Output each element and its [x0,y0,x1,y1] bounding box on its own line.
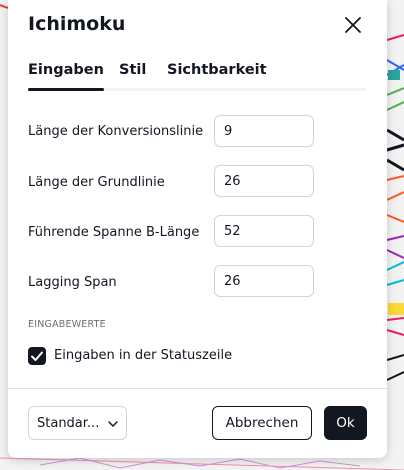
checkmark-icon [31,351,43,361]
status-line-checkbox-label: Eingaben in der Statuszeile [54,348,233,363]
chevron-down-icon [108,421,118,427]
base-line-length-input[interactable] [214,165,314,197]
template-select-value: Standar... [37,416,100,431]
footer-divider [8,388,387,389]
tab-sichtbarkeit[interactable]: Sichtbarkeit [167,62,267,91]
lagging-span-label: Lagging Span [28,275,117,290]
conversion-line-length-input[interactable] [214,115,314,147]
close-icon [345,17,361,33]
status-line-checkbox[interactable] [28,347,46,365]
close-button[interactable] [341,13,365,37]
leading-span-b-length-input[interactable] [214,215,314,247]
tab-stil[interactable]: Stil [119,62,146,91]
section-label-inputs: EINGABEWERTE [28,319,106,330]
conversion-line-length-label: Länge der Konversionslinie [28,124,204,139]
dialog-title: Ichimoku [28,13,126,35]
tab-eingaben[interactable]: Eingaben [28,62,104,91]
cancel-button[interactable]: Abbrechen [212,406,312,440]
tab-bar: Eingaben Stil Sichtbarkeit [28,62,367,92]
ok-button[interactable]: Ok [324,406,367,440]
leading-span-b-length-label: Führende Spanne B-Länge [28,225,200,240]
base-line-length-label: Länge der Grundlinie [28,175,165,190]
ichimoku-settings-dialog: Ichimoku Eingaben Stil Sichtbarkeit Läng… [8,0,387,458]
lagging-span-input[interactable] [214,265,314,297]
template-select[interactable]: Standar... [28,406,127,440]
